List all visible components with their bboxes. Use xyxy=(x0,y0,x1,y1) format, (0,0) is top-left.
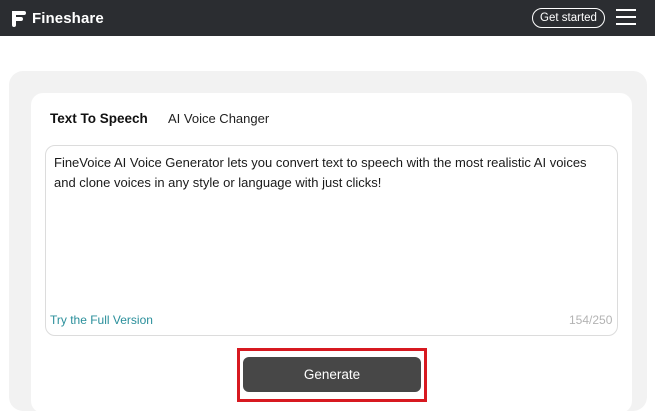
generate-button[interactable]: Generate xyxy=(243,357,421,392)
hamburger-menu-icon[interactable] xyxy=(616,9,636,26)
text-input-content[interactable]: FineVoice AI Voice Generator lets you co… xyxy=(54,153,610,193)
brand-logo[interactable]: Fineshare xyxy=(10,7,104,29)
top-navbar: Fineshare Get started xyxy=(0,0,655,36)
character-counter: 154/250 xyxy=(569,313,613,327)
try-full-version-link[interactable]: Try the Full Version xyxy=(50,313,153,327)
text-input-area[interactable]: FineVoice AI Voice Generator lets you co… xyxy=(45,145,618,336)
brand-name: Fineshare xyxy=(32,9,104,27)
fineshare-logo-icon xyxy=(12,11,26,27)
get-started-button[interactable]: Get started xyxy=(532,8,605,28)
tab-text-to-speech[interactable]: Text To Speech xyxy=(50,111,148,126)
tab-ai-voice-changer[interactable]: AI Voice Changer xyxy=(168,111,269,126)
